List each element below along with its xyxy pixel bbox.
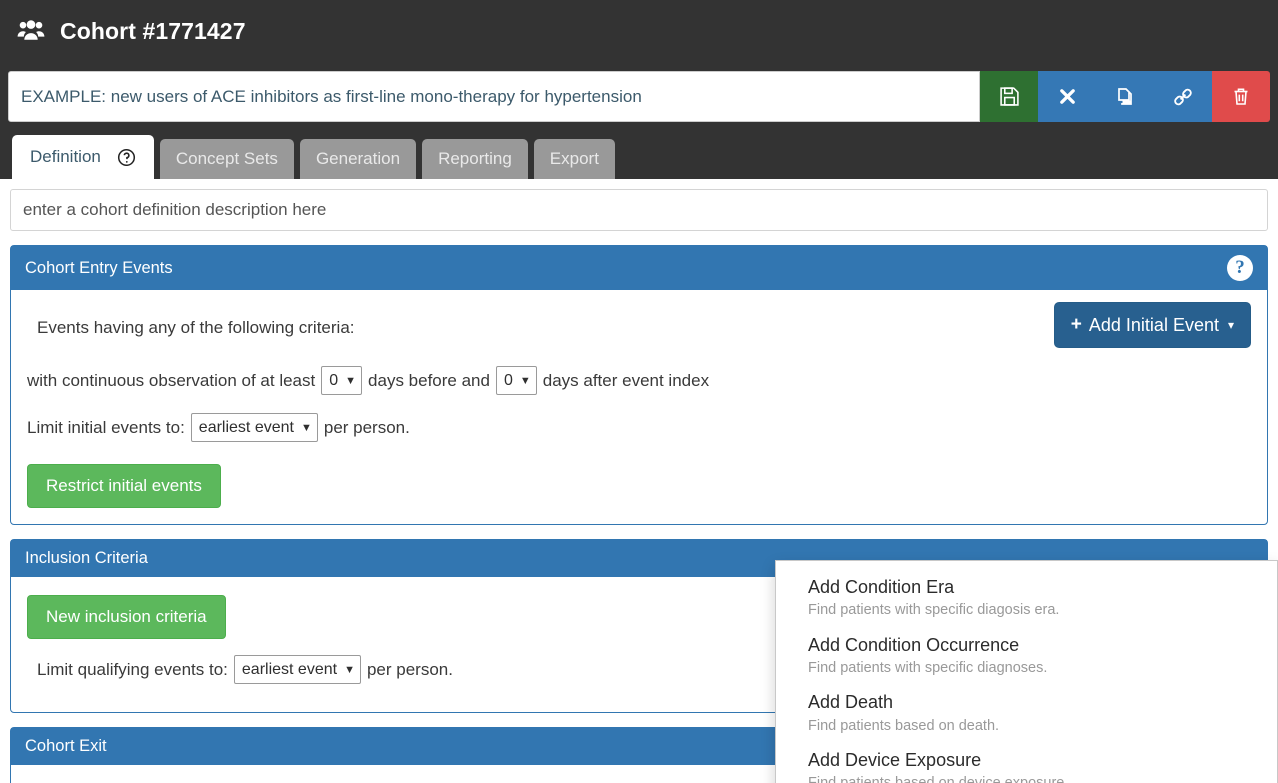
menu-item-subtitle: Find patients with specific diagosis era… — [808, 602, 1060, 619]
link-button[interactable] — [1154, 71, 1212, 122]
menu-item-subtitle: Find patients with specific diagnoses. — [808, 660, 1048, 677]
menu-item-add-device-exposure[interactable]: Add Device Exposure Find patients based … — [776, 744, 1277, 783]
floppy-disk-icon — [999, 86, 1020, 107]
cohort-entry-events-body: + Add Initial Event ▾ Events having any … — [11, 290, 1267, 524]
trash-can-icon — [1231, 86, 1251, 107]
menu-item-subtitle: Find patients based on device exposure. — [808, 773, 1261, 783]
tab-label: Reporting — [438, 149, 512, 168]
tab-definition[interactable]: Definition — [12, 135, 154, 179]
save-button[interactable] — [980, 71, 1038, 122]
menu-item-add-condition-occurrence[interactable]: Add Condition Occurrence Find patients w… — [776, 629, 1277, 687]
delete-button[interactable] — [1212, 71, 1270, 122]
continuous-observation-row: with continuous observation of at least … — [27, 366, 1251, 395]
chevron-down-icon: ▼ — [519, 374, 531, 387]
definition-page: Cohort Entry Events ? + Add Initial Even… — [0, 179, 1278, 783]
tab-reporting[interactable]: Reporting — [422, 139, 528, 179]
tab-label: Definition — [30, 147, 101, 166]
top-navbar: Cohort #1771427 — [0, 0, 1278, 62]
add-initial-event-label: Add Initial Event — [1088, 314, 1219, 335]
cohort-name-toolbar — [0, 62, 1278, 131]
chevron-down-icon: ▼ — [344, 663, 355, 676]
users-group-icon — [16, 16, 46, 46]
limit-qualifying-value: earliest event — [241, 660, 338, 678]
toolbar-button-group — [980, 71, 1270, 122]
tab-generation[interactable]: Generation — [299, 139, 417, 179]
days-after-select[interactable]: 0 ▼ — [495, 366, 537, 395]
observation-suffix-text: days after event index — [542, 370, 710, 390]
add-initial-event-dropdown-menu[interactable]: Add Condition Era Find patients with spe… — [775, 560, 1278, 783]
menu-item-title: Add Condition Occurrence — [808, 634, 1020, 655]
limit-initial-value: earliest event — [198, 418, 294, 436]
days-before-select[interactable]: 0 ▼ — [321, 366, 363, 395]
panel-title: Cohort Entry Events — [25, 258, 173, 277]
limit-initial-events-select[interactable]: earliest event ▼ — [190, 413, 318, 442]
days-after-value: 0 — [503, 371, 513, 389]
chain-link-icon — [1172, 86, 1194, 108]
limit-qualifying-suffix-text: per person. — [366, 659, 453, 679]
menu-item-title: Add Death — [808, 692, 894, 713]
tab-label: Generation — [315, 149, 401, 168]
criteria-text: Events having any of the following crite… — [37, 318, 355, 337]
tab-export[interactable]: Export — [533, 139, 615, 179]
restrict-initial-events-button[interactable]: Restrict initial events — [27, 464, 221, 508]
page-title: Cohort #1771427 — [60, 17, 246, 44]
menu-item-title: Add Device Exposure — [808, 750, 982, 771]
limit-initial-suffix-text: per person. — [323, 417, 410, 437]
cohort-entry-events-header: Cohort Entry Events ? — [11, 246, 1267, 290]
new-inclusion-criteria-button[interactable]: New inclusion criteria — [27, 595, 226, 639]
tab-label: Export — [549, 149, 599, 168]
help-circle-icon[interactable]: ? — [1227, 255, 1253, 281]
question-circle-icon[interactable] — [117, 148, 136, 167]
chevron-down-icon: ▼ — [345, 374, 357, 387]
limit-initial-prefix-text: Limit initial events to: — [27, 417, 185, 437]
add-initial-event-button[interactable]: + Add Initial Event ▾ — [1053, 302, 1251, 348]
limit-qualifying-prefix-text: Limit qualifying events to: — [37, 659, 228, 679]
menu-item-title: Add Condition Era — [808, 577, 955, 597]
cohort-entry-events-panel: Cohort Entry Events ? + Add Initial Even… — [10, 245, 1268, 525]
chevron-down-icon: ▼ — [300, 421, 312, 434]
close-button[interactable] — [1038, 71, 1096, 122]
tab-label: Concept Sets — [175, 149, 278, 168]
tab-bar: Definition Concept Sets Generation Repor… — [0, 131, 1278, 179]
limit-qualifying-events-select[interactable]: earliest event ▼ — [233, 655, 361, 684]
menu-item-add-condition-era[interactable]: Add Condition Era Find patients with spe… — [776, 571, 1277, 629]
observation-middle-text: days before and — [368, 370, 490, 390]
cohort-name-input[interactable] — [8, 71, 980, 122]
copy-button[interactable] — [1096, 71, 1154, 122]
days-before-value: 0 — [329, 371, 339, 389]
limit-initial-events-row: Limit initial events to: earliest event … — [27, 413, 1251, 442]
cohort-description-input[interactable] — [10, 189, 1268, 231]
menu-item-subtitle: Find patients based on death. — [808, 717, 1000, 734]
close-x-icon — [1058, 87, 1077, 106]
copy-pages-icon — [1114, 86, 1136, 108]
plus-icon: + — [1070, 314, 1082, 335]
observation-prefix-text: with continuous observation of at least — [27, 370, 316, 390]
tab-concept-sets[interactable]: Concept Sets — [159, 139, 294, 179]
panel-title: Inclusion Criteria — [25, 549, 148, 567]
menu-item-add-death[interactable]: Add Death Find patients based on death. — [776, 686, 1277, 744]
panel-title: Cohort Exit — [25, 737, 107, 755]
chevron-down-icon: ▾ — [1227, 318, 1234, 332]
